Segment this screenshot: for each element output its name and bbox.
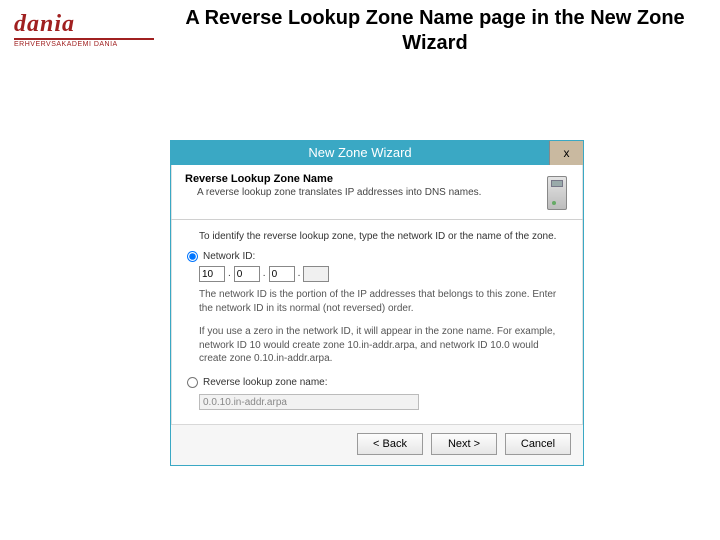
close-button[interactable]: x [549, 141, 583, 165]
brand-mark: dania [14, 12, 154, 36]
network-id-input-row: . . . [199, 266, 565, 282]
back-button[interactable]: < Back [357, 433, 423, 455]
radio-network-id-input[interactable] [187, 251, 198, 262]
network-octet-3[interactable] [269, 266, 295, 282]
radio-network-id-label: Network ID: [203, 250, 255, 264]
radio-zone-name[interactable]: Reverse lookup zone name: [187, 376, 565, 390]
new-zone-wizard-window: New Zone Wizard x Reverse Lookup Zone Na… [170, 140, 584, 466]
radio-zone-name-input[interactable] [187, 377, 198, 388]
zone-name-input [199, 394, 419, 410]
window-title: New Zone Wizard [171, 141, 549, 165]
network-octet-4 [303, 266, 329, 282]
network-octet-1[interactable] [199, 266, 225, 282]
slide-title: A Reverse Lookup Zone Name page in the N… [180, 6, 690, 56]
wizard-body: To identify the reverse lookup zone, typ… [171, 220, 583, 424]
wizard-header-subtitle: A reverse lookup zone translates IP addr… [197, 187, 531, 198]
next-button[interactable]: Next > [431, 433, 497, 455]
network-octet-2[interactable] [234, 266, 260, 282]
wizard-header-text: Reverse Lookup Zone Name A reverse looku… [185, 173, 531, 213]
wizard-header: Reverse Lookup Zone Name A reverse looku… [171, 165, 583, 220]
brand-subtext: ERHVERVSAKADEMI DANIA [14, 41, 154, 48]
radio-zone-name-label: Reverse lookup zone name: [203, 376, 328, 390]
network-id-help-2: If you use a zero in the network ID, it … [199, 325, 565, 366]
network-id-help-1: The network ID is the portion of the IP … [199, 288, 565, 315]
dot-sep: . [225, 267, 234, 281]
server-icon [541, 173, 573, 213]
titlebar: New Zone Wizard x [171, 141, 583, 165]
radio-network-id[interactable]: Network ID: [187, 250, 565, 264]
wizard-footer: < Back Next > Cancel [171, 424, 583, 465]
wizard-header-title: Reverse Lookup Zone Name [185, 173, 531, 185]
cancel-button[interactable]: Cancel [505, 433, 571, 455]
dot-sep: . [260, 267, 269, 281]
brand-logo: dania ERHVERVSAKADEMI DANIA [14, 12, 154, 48]
brand-rule [14, 38, 154, 40]
dot-sep: . [295, 267, 304, 281]
instruction-text: To identify the reverse lookup zone, typ… [199, 230, 565, 244]
